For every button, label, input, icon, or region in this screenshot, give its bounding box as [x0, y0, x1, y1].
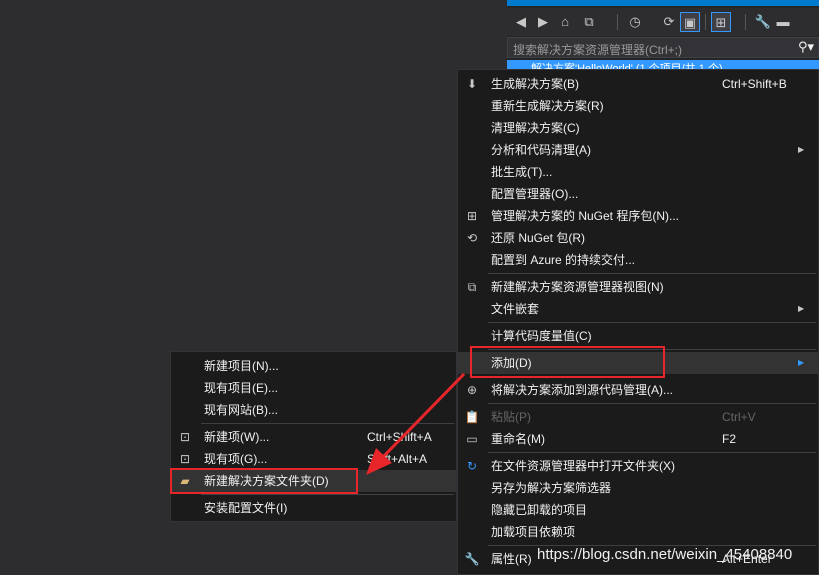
menu-item-paste[interactable]: 📋 粘贴(P) Ctrl+V [458, 406, 818, 428]
toolbar-separator [745, 14, 746, 30]
wrench-icon: 🔧 [464, 552, 480, 566]
refresh-arrow-icon: ↻ [466, 459, 478, 473]
new-view-icon: ⧉ [467, 280, 477, 294]
show-all-files-icon[interactable]: ▣ [680, 12, 700, 32]
collapse-all-icon[interactable]: ⊞ [711, 12, 731, 32]
solution-explorer-panel: ◀ ▶ ⌂ ⧉ ◷ ⟳ ▣ ⊞ 🔧 ▬ 搜索解决方案资源管理器(Ctrl+;) … [507, 0, 819, 75]
solution-explorer-search[interactable]: 搜索解决方案资源管理器(Ctrl+;) ⚲▾ [507, 37, 819, 58]
add-highlight-box [470, 346, 665, 378]
search-icon[interactable]: ⚲▾ [798, 39, 814, 55]
menu-separator [488, 452, 816, 453]
menu-item-open-in-explorer[interactable]: ↻ 在文件资源管理器中打开文件夹(X) [458, 455, 818, 477]
rename-icon: ▭ [466, 432, 478, 446]
wrench-icon[interactable]: 🔧 [753, 12, 773, 32]
menu-item-rename[interactable]: ▭ 重命名(M) F2 [458, 428, 818, 450]
menu-item-build[interactable]: ⬇ 生成解决方案(B) Ctrl+Shift+B [458, 73, 818, 95]
nuget-package-icon: ⊞ [466, 209, 478, 223]
menu-item-save-as-filter[interactable]: 另存为解决方案筛选器 [458, 477, 818, 499]
menu-item-load-dependencies[interactable]: 加载项目依赖项 [458, 521, 818, 543]
back-icon[interactable]: ◀ [511, 12, 531, 32]
menu-item-batch-build[interactable]: 批生成(T)... [458, 161, 818, 183]
menu-item-hide-unloaded[interactable]: 隐藏已卸载的项目 [458, 499, 818, 521]
menu-item-manage-nuget[interactable]: ⊞ 管理解决方案的 NuGet 程序包(N)... [458, 205, 818, 227]
new-item-icon: ⊡ [179, 430, 191, 444]
search-placeholder: 搜索解决方案资源管理器(Ctrl+;) [513, 43, 682, 57]
minus-icon[interactable]: ▬ [773, 12, 793, 32]
pending-changes-filter-icon[interactable]: ◷ [625, 12, 645, 32]
menu-separator [201, 494, 454, 495]
build-icon: ⬇ [466, 77, 478, 91]
forward-icon[interactable]: ▶ [533, 12, 553, 32]
submenu-item-existing-item[interactable]: ⊡ 现有项(G)... Shift+Alt+A [171, 448, 456, 470]
watermark-text: https://blog.csdn.net/weixin_45408840 [537, 546, 793, 563]
source-control-icon: ⊕ [466, 383, 478, 397]
menu-separator [488, 403, 816, 404]
solution-explorer-toolbar: ◀ ▶ ⌂ ⧉ ◷ ⟳ ▣ ⊞ 🔧 ▬ [507, 8, 819, 36]
home-icon[interactable]: ⌂ [555, 12, 575, 32]
menu-item-code-metrics[interactable]: 计算代码度量值(C) [458, 325, 818, 347]
submenu-arrow-icon: ▶ [798, 358, 805, 367]
menu-item-config-manager[interactable]: 配置管理器(O)... [458, 183, 818, 205]
menu-item-file-nesting[interactable]: 文件嵌套 ▶ [458, 298, 818, 320]
menu-item-new-view[interactable]: ⧉ 新建解决方案资源管理器视图(N) [458, 276, 818, 298]
submenu-item-new-item[interactable]: ⊡ 新建项(W)... Ctrl+Shift+A [171, 426, 456, 448]
toolbar-separator [617, 14, 618, 30]
solution-context-menu: ⬇ 生成解决方案(B) Ctrl+Shift+B 重新生成解决方案(R) 清理解… [457, 69, 819, 575]
menu-item-azure[interactable]: 配置到 Azure 的持续交付... [458, 249, 818, 271]
submenu-item-install-config[interactable]: 安装配置文件(I) [171, 497, 456, 519]
menu-separator [201, 423, 454, 424]
menu-item-clean[interactable]: 清理解决方案(C) [458, 117, 818, 139]
menu-item-analyze[interactable]: 分析和代码清理(A) ▶ [458, 139, 818, 161]
submenu-arrow-icon: ▶ [798, 304, 805, 313]
submenu-arrow-icon: ▶ [798, 145, 805, 154]
paste-icon: 📋 [464, 410, 480, 424]
add-submenu: 新建项目(N)... 现有项目(E)... 现有网站(B)... ⊡ 新建项(W… [170, 351, 457, 522]
submenu-item-existing-project[interactable]: 现有项目(E)... [171, 377, 456, 399]
menu-item-add-source-control[interactable]: ⊕ 将解决方案添加到源代码管理(A)... [458, 379, 818, 401]
menu-item-rebuild[interactable]: 重新生成解决方案(R) [458, 95, 818, 117]
switch-views-icon[interactable]: ⧉ [579, 12, 599, 32]
menu-separator [488, 322, 816, 323]
restore-icon: ⟲ [466, 231, 478, 245]
sync-icon[interactable]: ⟳ [659, 12, 679, 32]
menu-item-restore-nuget[interactable]: ⟲ 还原 NuGet 包(R) [458, 227, 818, 249]
submenu-item-new-project[interactable]: 新建项目(N)... [171, 355, 456, 377]
existing-item-icon: ⊡ [179, 452, 191, 466]
new-folder-highlight-box [170, 468, 358, 494]
toolbar-separator [705, 14, 706, 30]
menu-separator [488, 273, 816, 274]
submenu-item-existing-website[interactable]: 现有网站(B)... [171, 399, 456, 421]
solution-explorer-title-bar [507, 0, 819, 6]
